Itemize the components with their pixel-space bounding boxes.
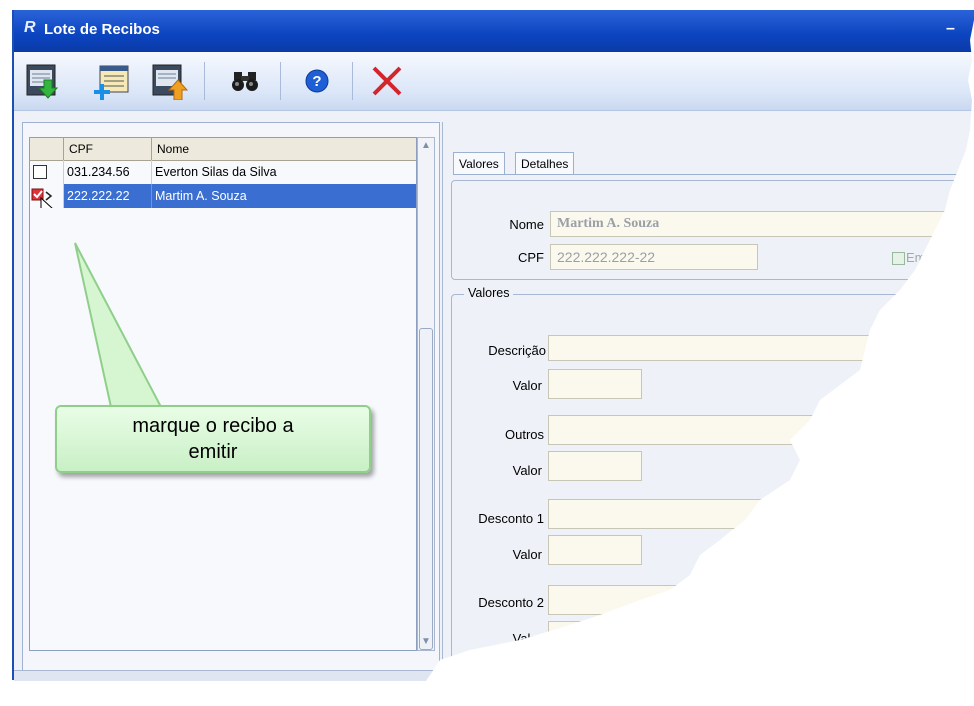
- torn-edge-overlay: [0, 0, 974, 706]
